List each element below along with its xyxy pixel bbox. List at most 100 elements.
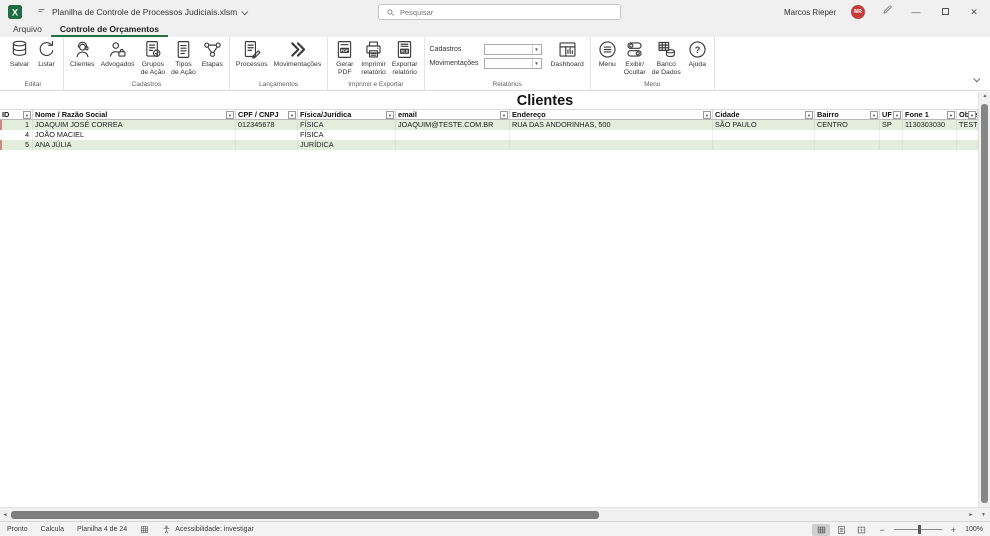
table-cell: JOÃO MACIEL <box>33 130 236 140</box>
ribbon-button-imprimir-relatorio[interactable]: Imprimir relatório <box>358 38 389 77</box>
ribbon-button-exportar-relatorio[interactable]: Exportar relatório <box>389 38 421 77</box>
filter-button[interactable]: ▼ <box>500 111 508 119</box>
close-button[interactable]: ✕ <box>967 0 981 24</box>
ribbon-button-exibir-ocultar[interactable]: Exibir/Ocultar <box>621 38 649 77</box>
accessibility-status[interactable]: Acessibilidade: investigar <box>162 525 254 534</box>
normal-view-button[interactable] <box>812 523 831 536</box>
table-cell: CENTRO <box>815 120 880 130</box>
user-name[interactable]: Marcos Rieper <box>784 8 836 17</box>
scroll-left-arrow-icon[interactable]: ◄ <box>0 508 10 522</box>
table-cell <box>957 130 978 140</box>
page-break-view-button[interactable] <box>852 524 870 536</box>
ribbon-button-label: Tipos de Ação <box>171 61 196 77</box>
zoom-in-button[interactable]: + <box>951 525 956 535</box>
ribbon-group-label: Imprimir e Exportar <box>348 81 404 88</box>
ribbon-button-salvar[interactable]: Salvar <box>6 38 33 69</box>
horizontal-scrollbar-thumb[interactable] <box>11 511 599 519</box>
search-input[interactable] <box>400 7 580 17</box>
field-label-movimentacoes: Movimentações <box>429 60 479 67</box>
table-cell <box>236 130 298 140</box>
vertical-scrollbar-thumb[interactable] <box>981 104 988 503</box>
scroll-right-arrow-icon[interactable]: ► <box>966 508 976 522</box>
filter-button[interactable]: ▼ <box>288 111 296 119</box>
client-icon <box>72 39 93 60</box>
quick-access-toolbar-icon[interactable] <box>37 7 46 16</box>
ribbon-button-ajuda[interactable]: Ajuda <box>684 38 711 69</box>
chevrons-icon <box>287 39 308 60</box>
ribbon-group-label: Editar <box>24 81 42 88</box>
zoom-level[interactable]: 100% <box>965 526 983 533</box>
ribbon-button-grupos-de-acao[interactable]: Grupos de Ação <box>138 38 169 77</box>
ribbon-button-clientes[interactable]: Clientes <box>67 38 98 69</box>
table-cell: 4 <box>0 130 33 140</box>
table-row[interactable]: 5 ANA JÚLIA JURÍDICA <box>0 140 978 150</box>
tab-arquivo[interactable]: Arquivo <box>4 24 51 37</box>
filter-button[interactable]: ▼ <box>893 111 901 119</box>
ribbon-button-tipos-de-acao[interactable]: Tipos de Ação <box>168 38 199 77</box>
table-cell <box>713 130 815 140</box>
ribbon-button-dashboard[interactable]: Dashboard <box>548 38 587 69</box>
flow-icon <box>202 39 223 60</box>
ribbon-button-label: Imprimir relatório <box>361 61 386 77</box>
avatar[interactable]: MR <box>851 5 865 19</box>
vertical-scrollbar[interactable]: ▲ <box>978 92 990 507</box>
scroll-up-arrow-icon[interactable]: ▲ <box>979 93 990 99</box>
pdf-icon <box>334 39 355 60</box>
combo-movimentacoes[interactable]: ▼ <box>483 58 542 69</box>
filter-button[interactable]: ▼ <box>947 111 955 119</box>
title-bar: X Planilha de Controle de Processos Judi… <box>0 0 990 24</box>
zoom-slider-thumb[interactable] <box>917 525 921 534</box>
maximize-button[interactable] <box>938 0 952 24</box>
ribbon-button-label: Exibir/Ocultar <box>623 61 646 77</box>
ribbon-button-banco-de-dados[interactable]: Banco de Dados <box>649 38 684 77</box>
ribbon-button-label: Banco de Dados <box>651 61 681 77</box>
clients-table: ID ▼ Nome / Razão Social ▼ CPF / CNPJ ▼ Física… <box>0 109 978 150</box>
ribbon-button-menu[interactable]: Menu <box>594 38 621 69</box>
ribbon-button-listar[interactable]: Listar <box>33 38 60 69</box>
scroll-down-arrow-icon[interactable]: ▼ <box>978 508 989 522</box>
search-box[interactable] <box>378 4 621 20</box>
ribbon-group-body: Clientes Advogados Grupos de Ação Tipos de Aç… <box>67 38 226 79</box>
filter-button[interactable]: ▼ <box>23 111 31 119</box>
macro-record-icon[interactable] <box>140 525 149 534</box>
filter-button[interactable]: ▼ <box>805 111 813 119</box>
document-title-text: Planilha de Controle de Processos Judici… <box>52 7 238 17</box>
table-cell: SP <box>880 120 903 130</box>
document-title[interactable]: Planilha de Controle de Processos Judici… <box>52 0 249 24</box>
ribbon-button-advogados[interactable]: Advogados <box>98 38 138 69</box>
ribbon-button-gerar-pdf[interactable]: Gerar PDF <box>331 38 358 77</box>
column-header-label: CPF / CNPJ <box>238 110 279 119</box>
filter-button[interactable]: ▼ <box>226 111 234 119</box>
filter-button[interactable]: ▼ <box>386 111 394 119</box>
status-left: Pronto Calcula Planilha 4 de 24 Acessibi… <box>0 525 254 534</box>
column-header-label: Cidade <box>715 110 740 119</box>
zoom-slider[interactable] <box>893 525 942 534</box>
page-layout-view-button[interactable] <box>832 524 850 536</box>
filter-button[interactable]: ▼ <box>703 111 711 119</box>
sheet-title: Clientes <box>516 93 574 109</box>
filter-button[interactable]: ▼ <box>870 111 878 119</box>
ribbon-button-movimentacoes[interactable]: Movimentações <box>271 38 325 69</box>
status-calculate[interactable]: Calcula <box>41 526 64 533</box>
table-cell <box>903 140 957 150</box>
page-break-view-icon <box>856 525 867 535</box>
worksheet-area[interactable]: Clientes ID ▼ Nome / Razão Social ▼ CPF / CN… <box>0 92 978 507</box>
table-row[interactable]: 4 JOÃO MACIEL FÍSICA <box>0 130 978 140</box>
ink-pen-icon[interactable] <box>880 0 894 24</box>
lawyer-icon <box>107 39 128 60</box>
report-field: Cadastros ▼ <box>430 44 542 55</box>
combo-cadastros[interactable]: ▼ <box>483 44 542 55</box>
filter-button[interactable]: ▼ <box>968 111 976 119</box>
horizontal-scrollbar[interactable]: ◄ ► ▼ <box>0 507 990 521</box>
tab-controle-de-orcamentos[interactable]: Controle de Orçamentos <box>50 24 169 37</box>
minimize-button[interactable]: — <box>909 0 923 24</box>
excel-app-icon[interactable]: X <box>8 5 22 19</box>
ribbon-button-etapas[interactable]: Etapas <box>199 38 226 69</box>
ribbon-button-processos[interactable]: Processos <box>233 38 271 69</box>
zoom-out-button[interactable]: − <box>879 525 884 535</box>
refresh-icon <box>36 39 57 60</box>
ribbon-group-menu: Menu Exibir/Ocultar Banco de Dados Ajuda Menu <box>591 37 715 90</box>
ribbon-button-label: Clientes <box>70 61 95 68</box>
ribbon-button-label: Ajuda <box>688 61 706 68</box>
table-row[interactable]: 1 JOAQUIM JOSÉ CORREA 012345678 FÍSICA JOAQU… <box>0 120 978 130</box>
